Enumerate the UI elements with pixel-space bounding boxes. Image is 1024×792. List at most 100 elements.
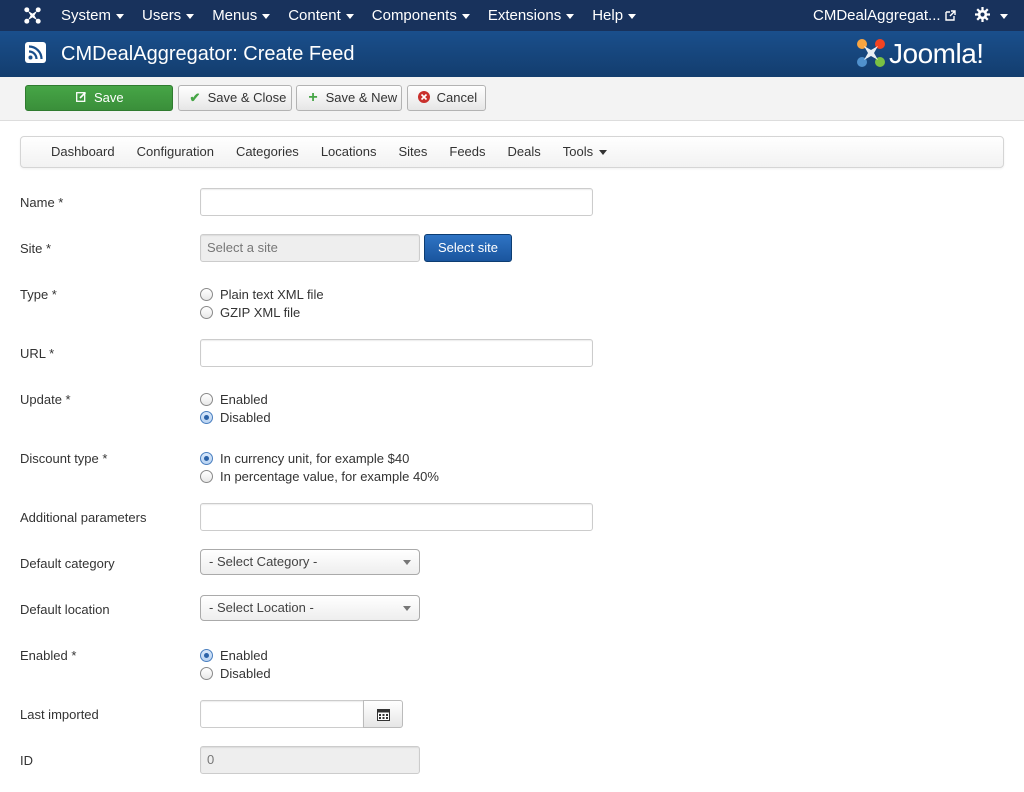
type-option-gzip-xml[interactable]: GZIP XML file (200, 303, 300, 321)
id-field: 0 (200, 746, 420, 774)
save-button-label: Save (93, 90, 124, 105)
user-settings-menu[interactable] (975, 0, 1008, 31)
calendar-button[interactable] (363, 700, 403, 728)
menu-extensions-label: Extensions (487, 7, 562, 24)
additional-parameters-input[interactable] (200, 503, 593, 531)
chevron-down-icon (566, 13, 575, 19)
update-option-enabled[interactable]: Enabled (200, 390, 268, 408)
default-location-label: Default location (20, 602, 110, 617)
discount-option-percentage[interactable]: In percentage value, for example 40% (200, 467, 439, 485)
menu-users[interactable]: Users (142, 0, 195, 31)
update-label: Update * (20, 392, 71, 407)
default-location-select[interactable]: - Select Location - (200, 595, 420, 621)
chevron-down-icon (599, 150, 608, 156)
update-option-disabled[interactable]: Disabled (200, 408, 271, 426)
type-option-plain-xml[interactable]: Plain text XML file (200, 285, 324, 303)
dropdown-arrow-icon (403, 560, 411, 565)
plus-icon: + (308, 89, 318, 106)
page-header: CMDealAggregator: Create Feed Joomla! (0, 31, 1024, 77)
site-label: Site * (20, 241, 52, 256)
edit-icon (74, 86, 88, 110)
site-name: CMDealAggregat... (813, 7, 941, 24)
rss-feed-icon (25, 42, 46, 63)
external-link-icon (944, 10, 956, 21)
type-option-label: Plain text XML file (220, 286, 324, 302)
default-location-value: - Select Location - (209, 600, 314, 615)
page-title: CMDealAggregator: Create Feed (61, 43, 355, 65)
submenu-configuration[interactable]: Configuration (137, 137, 214, 167)
type-option-label: GZIP XML file (220, 304, 301, 320)
joomla-brand-logo-icon (857, 39, 885, 67)
menu-menus-label: Menus (212, 7, 258, 24)
type-label: Type * (20, 287, 57, 302)
save-new-button[interactable]: + Save & New (296, 85, 402, 111)
submenu-sites[interactable]: Sites (398, 137, 427, 167)
radio-button[interactable] (200, 287, 213, 301)
discount-option-label: In percentage value, for example 40% (220, 468, 439, 484)
chevron-down-icon (999, 14, 1008, 20)
discount-option-currency[interactable]: In currency unit, for example $40 (200, 449, 409, 467)
save-close-button-label: Save & Close (207, 90, 287, 105)
submenu-tools-label: Tools (562, 144, 594, 159)
site-input[interactable]: Select a site (200, 234, 420, 262)
cancel-button-label: Cancel (436, 90, 478, 105)
update-option-label: Disabled (220, 409, 271, 425)
additional-parameters-label: Additional parameters (20, 510, 147, 525)
menu-system[interactable]: System (61, 0, 125, 31)
site-preview-link[interactable]: CMDealAggregat... (813, 0, 956, 31)
enabled-option-enabled[interactable]: Enabled (200, 646, 268, 664)
menu-components-label: Components (371, 7, 457, 24)
menu-content[interactable]: Content (288, 0, 354, 31)
last-imported-input[interactable] (200, 700, 364, 728)
main-menu: System Users Menus Content Components Ex… (61, 0, 654, 31)
name-label: Name * (20, 195, 64, 210)
chevron-down-icon (628, 13, 637, 19)
enabled-label: Enabled * (20, 648, 77, 663)
joomla-brand: Joomla! (855, 36, 1005, 72)
radio-button[interactable] (200, 469, 213, 483)
submenu-locations[interactable]: Locations (321, 137, 377, 167)
url-input[interactable] (200, 339, 593, 367)
joomla-logo-icon[interactable] (23, 6, 42, 25)
radio-button-checked[interactable] (200, 648, 213, 662)
component-submenu: Dashboard Configuration Categories Locat… (20, 136, 1004, 168)
admin-menubar: System Users Menus Content Components Ex… (0, 0, 1024, 31)
url-label: URL * (20, 346, 55, 361)
chevron-down-icon (461, 13, 470, 19)
radio-button-checked[interactable] (200, 451, 213, 465)
menu-content-label: Content (288, 7, 341, 24)
submenu-dashboard[interactable]: Dashboard (51, 137, 115, 167)
toolbar: Save ✔ Save & Close + Save & New Cancel (0, 77, 1024, 121)
submenu-deals[interactable]: Deals (508, 137, 541, 167)
radio-button[interactable] (200, 305, 213, 319)
save-close-button[interactable]: ✔ Save & Close (178, 85, 292, 111)
submenu-tools[interactable]: Tools (562, 137, 608, 167)
radio-button[interactable] (200, 392, 213, 406)
menu-users-label: Users (142, 7, 182, 24)
menu-system-label: System (61, 7, 112, 24)
enabled-option-label: Enabled (220, 647, 268, 663)
save-button[interactable]: Save (25, 85, 173, 111)
cancel-circle-icon (417, 86, 431, 110)
chevron-down-icon (116, 13, 125, 19)
submenu-feeds[interactable]: Feeds (449, 137, 485, 167)
discount-type-label: Discount type * (20, 451, 108, 466)
submenu-categories[interactable]: Categories (236, 137, 299, 167)
default-category-select[interactable]: - Select Category - (200, 549, 420, 575)
chevron-down-icon (262, 13, 271, 19)
radio-button[interactable] (200, 666, 213, 680)
menu-extensions[interactable]: Extensions (487, 0, 575, 31)
checkmark-icon: ✔ (189, 90, 201, 105)
enabled-option-label: Disabled (220, 665, 271, 681)
select-site-button[interactable]: Select site (424, 234, 512, 262)
cancel-button[interactable]: Cancel (407, 85, 486, 111)
radio-button-checked[interactable] (200, 410, 213, 424)
update-option-label: Enabled (220, 391, 268, 407)
name-input[interactable] (200, 188, 593, 216)
menu-components[interactable]: Components (372, 0, 470, 31)
discount-option-label: In currency unit, for example $40 (220, 450, 410, 466)
menu-help[interactable]: Help (592, 0, 637, 31)
menu-menus[interactable]: Menus (212, 0, 271, 31)
default-category-value: - Select Category - (209, 554, 318, 569)
enabled-option-disabled[interactable]: Disabled (200, 664, 271, 682)
